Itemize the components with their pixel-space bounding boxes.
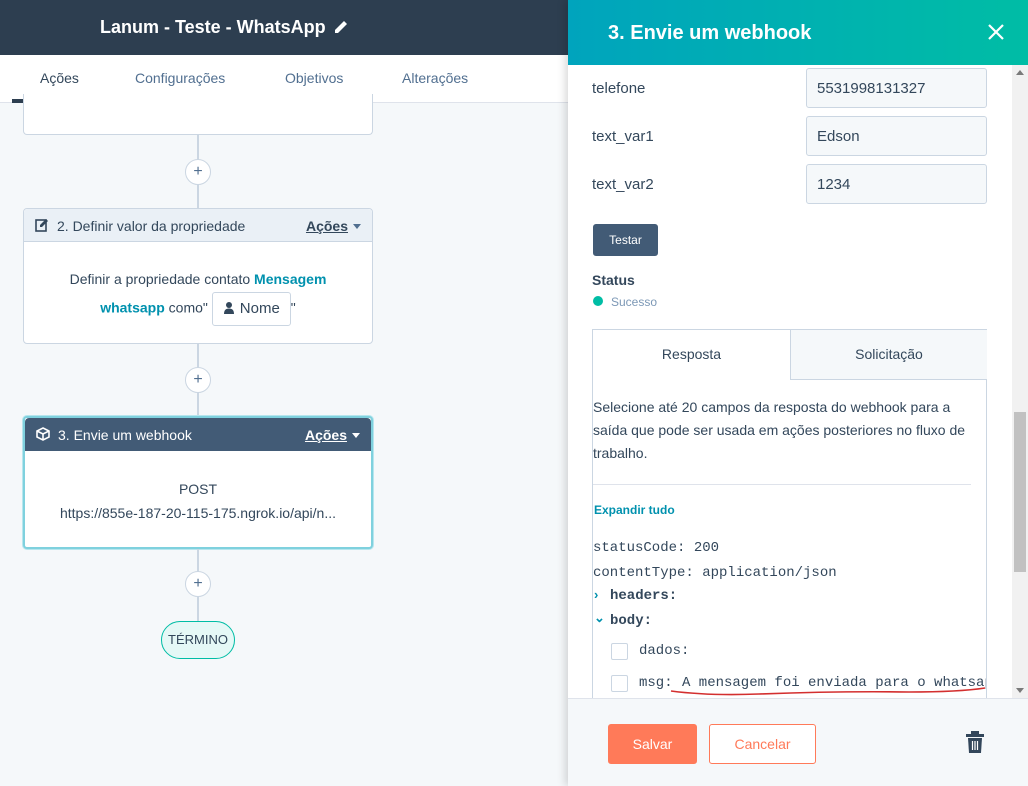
expand-all-link[interactable]: Expandir tudo <box>594 503 675 517</box>
response-description: Selecione até 20 campos da resposta do w… <box>593 399 966 461</box>
status-label: Status <box>592 272 635 288</box>
chevron-down-icon[interactable]: ⌄ <box>594 610 605 626</box>
chevron-down-icon <box>353 224 361 229</box>
step-2-como: como <box>168 299 203 316</box>
nome-token[interactable]: Nome <box>211 292 291 326</box>
webhook-url: https://855e-187-20-115-175.ngrok.io/api… <box>59 505 337 521</box>
close-icon[interactable] <box>986 22 1006 42</box>
response-box: Resposta Solicitação Selecione até 20 ca… <box>592 329 987 698</box>
dados-field: dados: <box>639 643 690 659</box>
scroll-down-arrow-icon[interactable] <box>1016 688 1024 693</box>
step-1-card[interactable] <box>23 94 373 135</box>
msg-key: msg: <box>639 675 673 691</box>
panel-footer: Salvar Cancelar <box>568 698 1028 786</box>
tab-acoes[interactable]: Ações <box>40 70 79 86</box>
step-3-card[interactable]: 3. Envie um webhook Ações POST https://8… <box>23 416 373 549</box>
step-2-title: 2. Definir valor da propriedade <box>57 218 246 234</box>
scrollbar-thumb[interactable] <box>1014 412 1026 572</box>
red-underline-annotation <box>670 687 986 696</box>
step-2-actions-dropdown[interactable]: Ações <box>306 218 348 234</box>
quote-open: " <box>202 299 208 316</box>
workflow-title[interactable]: Lanum - Teste - WhatsApp <box>100 17 326 38</box>
token-label: Nome <box>239 300 280 317</box>
property-link[interactable]: Mensagem <box>254 271 326 287</box>
telefone-input[interactable]: 5531998131327 <box>806 68 987 108</box>
msg-checkbox[interactable] <box>611 675 628 692</box>
workflow-canvas: + 2. Definir valor da propriedade Ações … <box>0 94 568 786</box>
panel-scrollbar[interactable] <box>1012 65 1028 698</box>
headers-node[interactable]: headers: <box>610 588 677 604</box>
property-link-cont[interactable]: whatsapp <box>100 300 165 316</box>
step-3-body: POST https://855e-187-20-115-175.ngrok.i… <box>25 451 371 525</box>
workflow-header: Lanum - Teste - WhatsApp <box>0 0 568 55</box>
status-value: Sucesso <box>611 295 658 309</box>
tab-resposta[interactable]: Resposta <box>593 330 790 380</box>
step-2-card[interactable]: 2. Definir valor da propriedade Ações De… <box>23 208 373 344</box>
step-3-actions-dropdown[interactable]: Ações <box>305 427 347 443</box>
step-3-header: 3. Envie um webhook Ações <box>25 418 371 451</box>
response-content-type: contentType: application/json <box>593 565 837 581</box>
body-node[interactable]: body: <box>610 613 652 629</box>
action-side-panel: 3. Envie um webhook telefone 55319981313… <box>568 0 1028 786</box>
panel-body: telefone 5531998131327 text_var1 Edson t… <box>568 65 1028 698</box>
cancel-button[interactable]: Cancelar <box>709 724 816 764</box>
test-button[interactable]: Testar <box>593 224 658 256</box>
webhook-method: POST <box>178 481 218 497</box>
webhook-cube-icon <box>36 427 50 441</box>
step-2-header: 2. Definir valor da propriedade Ações <box>24 209 372 242</box>
contact-icon <box>223 302 234 314</box>
add-action-button[interactable]: + <box>185 159 211 185</box>
panel-header: 3. Envie um webhook <box>568 0 1028 65</box>
divider <box>593 484 971 485</box>
end-node: TÉRMINO <box>161 621 235 659</box>
field-label-text-var1: text_var1 <box>592 128 654 145</box>
dados-checkbox[interactable] <box>611 643 628 660</box>
add-action-button[interactable]: + <box>185 571 211 597</box>
text-var1-input[interactable]: Edson <box>806 116 987 156</box>
chevron-right-icon[interactable]: › <box>594 587 598 602</box>
field-label-text-var2: text_var2 <box>592 176 654 193</box>
quote-close: " <box>290 299 296 316</box>
scroll-up-arrow-icon[interactable] <box>1016 70 1024 75</box>
step-2-text: Definir a propriedade contato <box>69 271 251 287</box>
pencil-icon[interactable] <box>332 18 350 36</box>
text-var2-input[interactable]: 1234 <box>806 164 987 204</box>
tab-configuracoes[interactable]: Configurações <box>135 70 225 86</box>
step-2-body: Definir a propriedade contato Mensagem w… <box>24 242 372 326</box>
trash-icon[interactable] <box>966 731 984 753</box>
response-status-code: statusCode: 200 <box>593 540 720 556</box>
status-success-dot <box>593 296 603 306</box>
panel-title: 3. Envie um webhook <box>608 22 812 44</box>
tab-alteracoes[interactable]: Alterações <box>402 70 468 86</box>
step-3-title: 3. Envie um webhook <box>58 427 192 443</box>
edit-property-icon <box>35 219 48 232</box>
tab-objetivos[interactable]: Objetivos <box>285 70 343 86</box>
field-label-telefone: telefone <box>592 80 646 97</box>
chevron-down-icon <box>352 433 360 438</box>
save-button[interactable]: Salvar <box>608 724 697 764</box>
tab-solicitacao[interactable]: Solicitação <box>790 330 987 380</box>
add-action-button[interactable]: + <box>185 367 211 393</box>
